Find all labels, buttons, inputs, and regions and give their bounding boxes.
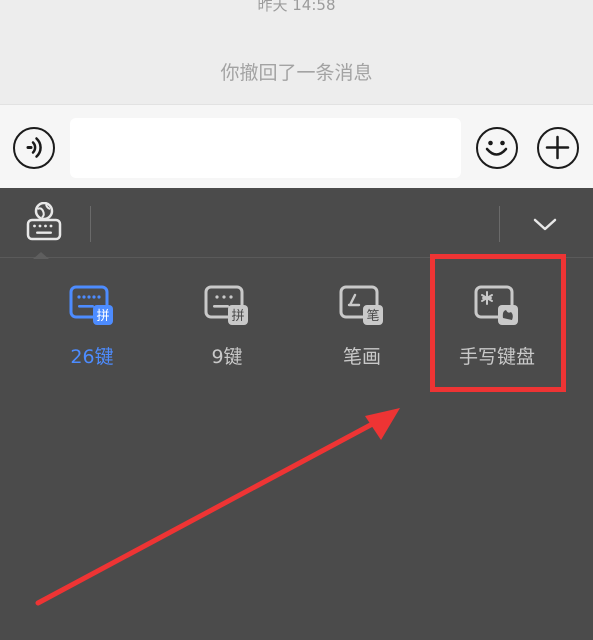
- voice-icon: [26, 137, 42, 158]
- badge-text: 拼: [231, 309, 244, 324]
- badge-text: 拼: [96, 309, 109, 324]
- keyboard-toolbar: [0, 188, 593, 259]
- toolbar-divider: [90, 206, 91, 242]
- chat-area: 昨天 14:58 你撤回了一条消息: [0, 0, 593, 104]
- more-button[interactable]: [537, 127, 579, 169]
- badge-text: 笔: [366, 308, 379, 324]
- keyboard-9-key-option[interactable]: 拼 9键: [167, 284, 287, 380]
- chevron-down-icon[interactable]: [532, 216, 558, 234]
- keyboard-stroke-option[interactable]: 笔 笔画: [302, 284, 422, 380]
- toolbar-pointer: [33, 252, 49, 259]
- message-timestamp: 昨天 14:58: [257, 0, 336, 14]
- smiley-icon: [485, 140, 508, 156]
- stroke-icon: 笔: [339, 285, 383, 325]
- voice-button[interactable]: [13, 127, 55, 169]
- option-label: 9键: [211, 346, 243, 368]
- plus-icon: [545, 135, 570, 160]
- toolbar-divider: [499, 206, 500, 242]
- keyboard-pinyin-icon: 拼: [69, 285, 113, 325]
- message-input[interactable]: [70, 118, 461, 178]
- option-label: 26键: [70, 346, 114, 368]
- highlight-annotation-box: [430, 254, 566, 392]
- keyboard-pinyin-icon: 拼: [204, 285, 248, 325]
- emoji-button[interactable]: [476, 127, 518, 169]
- keyboard-26-key-option[interactable]: 拼 26键: [32, 284, 152, 380]
- recall-notice: 你撤回了一条消息: [220, 62, 373, 84]
- option-label: 笔画: [342, 346, 381, 368]
- keyboard-settings-icon[interactable]: [24, 202, 64, 242]
- input-bar: [0, 104, 593, 188]
